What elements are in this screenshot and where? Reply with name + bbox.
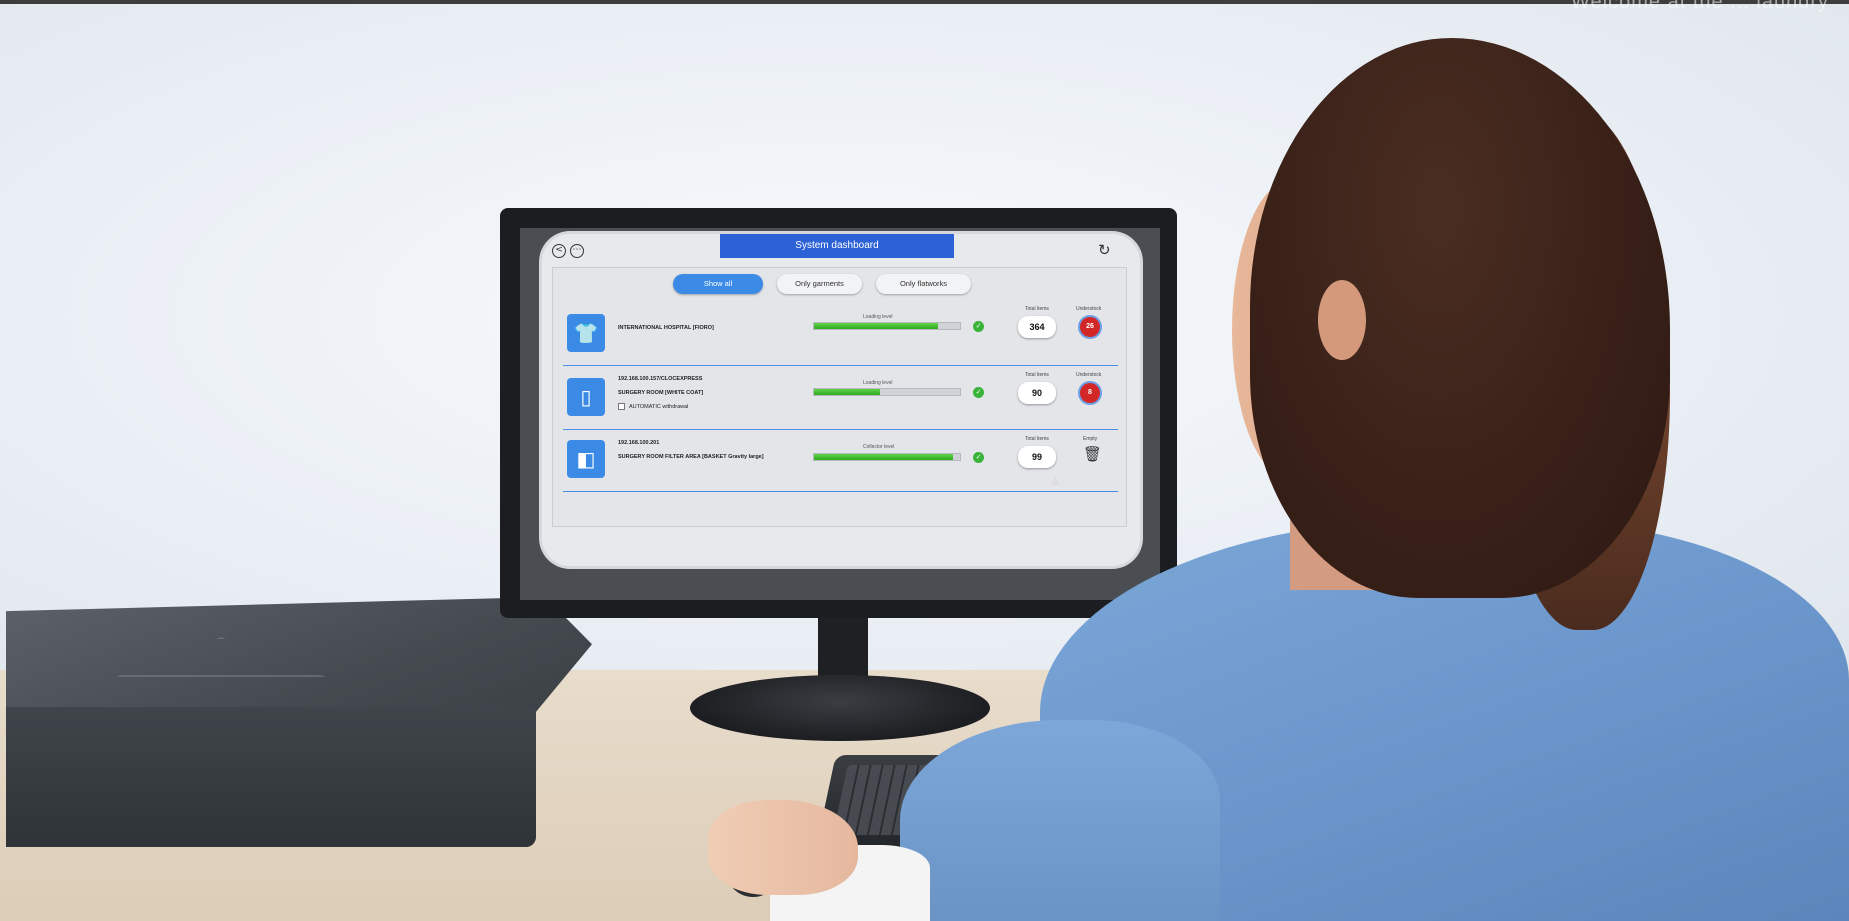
mouse-cursor-icon	[1051, 476, 1059, 485]
level-label: Loading level	[863, 380, 893, 386]
level-bar-fill	[814, 323, 939, 329]
status-label: Understock	[1076, 372, 1102, 378]
checkbox-label: AUTOMATIC withdrawal	[629, 404, 689, 410]
refresh-icon[interactable]: ↻	[1098, 241, 1111, 259]
filter-only-flatworks[interactable]: Only flatworks	[876, 274, 971, 294]
count-label: Total items	[1025, 436, 1049, 442]
understock-badge: 8	[1080, 383, 1100, 403]
list-item[interactable]: ▯ 192.168.100.157/CLOCEXPRESS SURGERY RO…	[563, 370, 1118, 430]
check-icon: ✓	[973, 321, 984, 332]
row-location: SURGERY ROOM [WHITE COAT]	[618, 390, 704, 396]
device-body	[6, 707, 536, 847]
status-label: Understock	[1076, 306, 1102, 312]
top-bar: Welcome at the ... laundry	[0, 0, 1849, 13]
level-bar-fill	[814, 454, 953, 460]
count-label: Total items	[1025, 306, 1049, 312]
level-bar-fill	[814, 389, 880, 395]
check-icon: ✓	[973, 387, 984, 398]
level-bar	[813, 453, 961, 461]
menu-icon[interactable]: ⋯	[570, 244, 584, 258]
check-icon: ✓	[973, 452, 984, 463]
page-title: System dashboard	[720, 234, 954, 258]
row-name: INTERNATIONAL HOSPITAL [FIORO]	[618, 325, 714, 331]
overlay-text: Welcome at the ... laundry	[1571, 0, 1829, 13]
person-arm	[900, 720, 1220, 921]
row-location: SURGERY ROOM FILTER AREA [BASKET Gravity…	[618, 454, 764, 460]
filter-bar: Show all Only garments Only flatworks	[673, 274, 1033, 294]
collector-icon: ◧	[567, 440, 605, 478]
count-label: Total items	[1025, 372, 1049, 378]
back-icon[interactable]: <	[552, 244, 566, 258]
level-bar	[813, 322, 961, 330]
row-name: 192.168.100.157/CLOCEXPRESS	[618, 376, 703, 382]
garment-icon: 👕	[567, 314, 605, 352]
monitor-base	[690, 675, 990, 741]
level-label: Collector level	[863, 444, 895, 450]
count-value: 90	[1018, 382, 1056, 404]
count-value: 364	[1018, 316, 1056, 338]
cabinet-icon: ▯	[567, 378, 605, 416]
trash-icon[interactable]: 🗑	[1083, 445, 1102, 463]
level-bar	[813, 388, 961, 396]
person-ear	[1318, 280, 1366, 360]
auto-withdrawal-checkbox[interactable]	[618, 403, 625, 410]
row-name: 192.168.100.201	[618, 440, 660, 446]
dispenser-device	[6, 597, 592, 857]
dashboard-panel: Show all Only garments Only flatworks 👕 …	[552, 267, 1127, 527]
dashboard-window: < ⋯ System dashboard ↻ Show all Only gar…	[542, 234, 1140, 566]
level-label: Loading level	[863, 314, 893, 320]
filter-only-garments[interactable]: Only garments	[777, 274, 862, 294]
list-item[interactable]: ◧ 192.168.100.201 SURGERY ROOM FILTER AR…	[563, 432, 1118, 492]
status-label: Empty	[1083, 436, 1098, 442]
list-item[interactable]: 👕 INTERNATIONAL HOSPITAL [FIORO] Loading…	[563, 306, 1118, 366]
person-hand	[708, 800, 858, 895]
count-value: 99	[1018, 446, 1056, 468]
filter-show-all[interactable]: Show all	[673, 274, 763, 294]
understock-badge: 26	[1080, 317, 1100, 337]
